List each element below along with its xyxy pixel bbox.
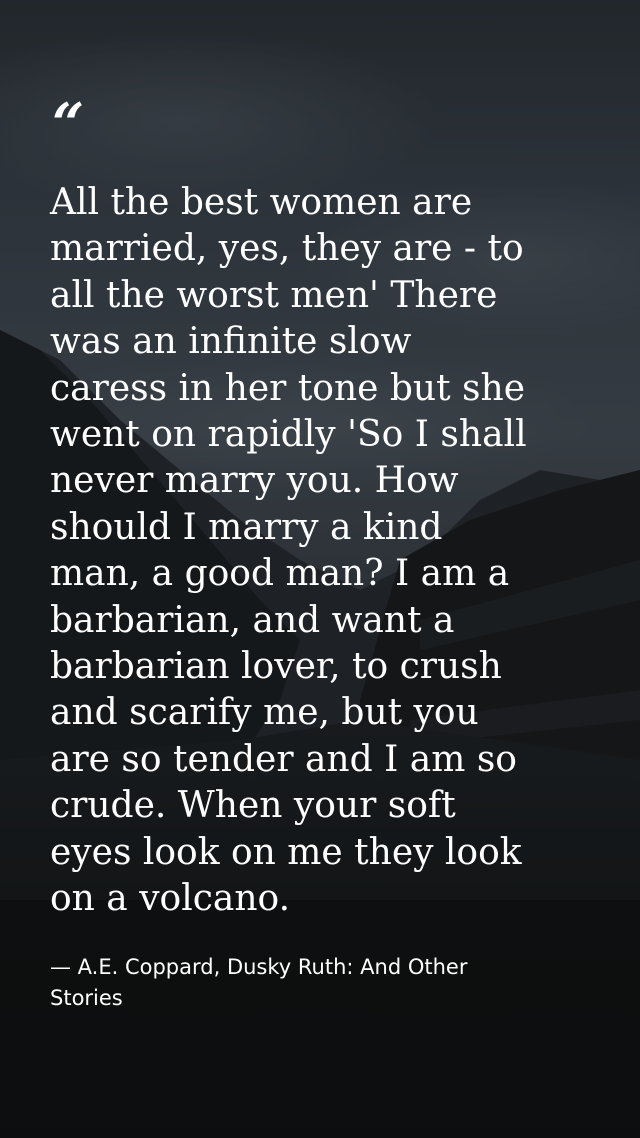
- quote-line: barbarian lover, to crush: [50, 646, 502, 688]
- quote-line: barbarian, and want a: [50, 599, 455, 641]
- quote-line: and scarify me, but you: [50, 692, 479, 734]
- quote-line: crude. When your soft: [50, 785, 456, 827]
- quote-line: man, a good man? I am a: [50, 553, 510, 595]
- quote-line: went on rapidly 'So I shall: [50, 414, 527, 456]
- quote-line: eyes look on me they look: [50, 831, 522, 873]
- quote-line: are so tender and I am so: [50, 738, 517, 780]
- quote-line: caress in her tone but she: [50, 367, 525, 409]
- quote-line: all the worst men' There: [50, 274, 498, 316]
- quote-attribution: — A.E. Coppard, Dusky Ruth: And Other St…: [50, 952, 590, 1014]
- quote-line: never marry you. How: [50, 460, 459, 502]
- quote-mark-icon: “: [52, 91, 84, 157]
- attribution-line: — A.E. Coppard, Dusky Ruth: And Other: [50, 955, 468, 979]
- attribution-line: Stories: [50, 986, 123, 1010]
- quote-text: All the best women are married, yes, the…: [50, 180, 610, 923]
- quote-line: was an infinite slow: [50, 321, 412, 363]
- quote-line: All the best women are: [50, 182, 473, 223]
- quote-line: on a volcano.: [50, 878, 291, 920]
- quote-line: should I marry a kind: [50, 506, 443, 548]
- quote-line: married, yes, they are - to: [50, 228, 524, 270]
